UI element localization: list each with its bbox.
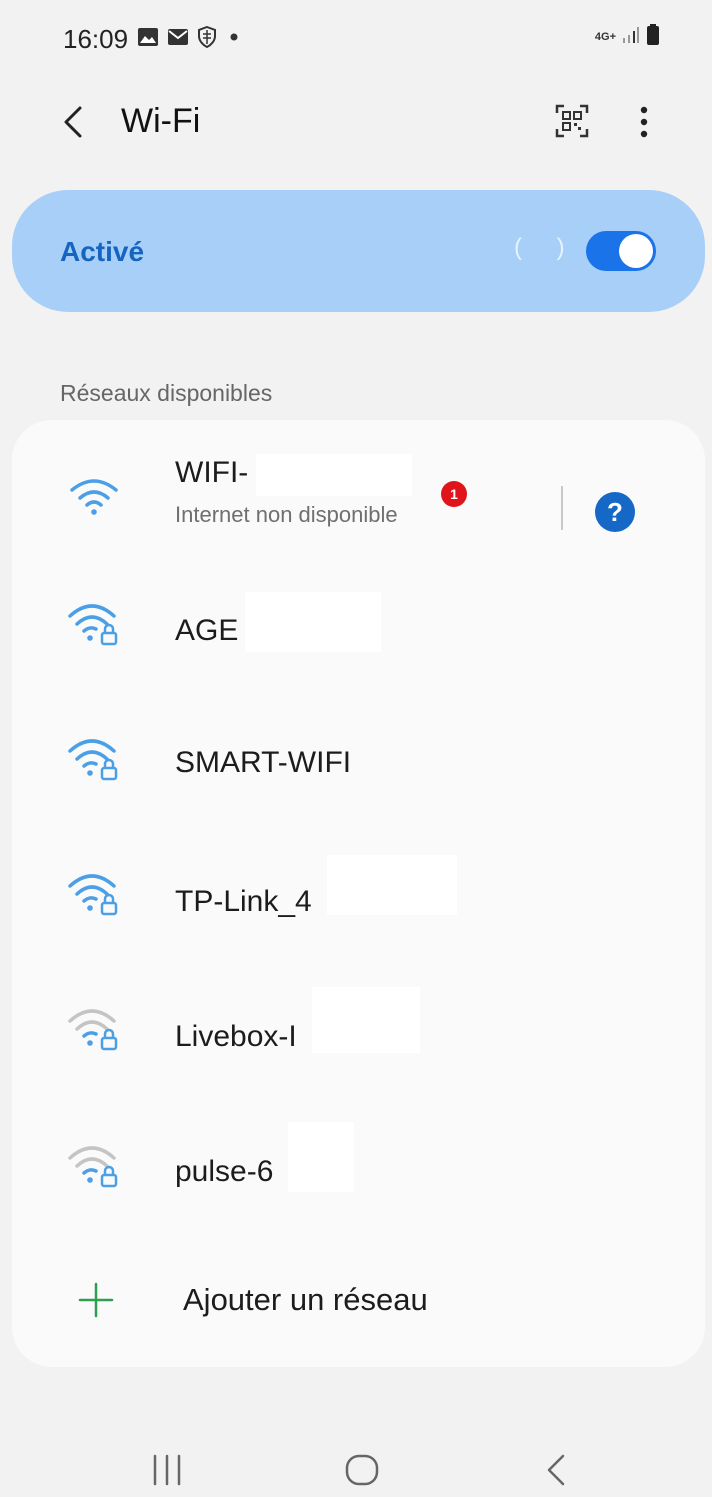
notification-badge: 1 — [441, 481, 467, 507]
add-network-button[interactable]: Ajouter un réseau — [183, 1282, 428, 1318]
redaction — [312, 987, 420, 1053]
dot-icon — [225, 28, 243, 51]
status-bar: 16:09 4G+ — [0, 0, 712, 80]
battery-icon — [646, 24, 660, 51]
network-item-smart-wifi[interactable]: SMART-WIFI — [12, 705, 705, 825]
status-icons-left — [137, 25, 243, 53]
network-type: 4G+ — [594, 31, 616, 43]
wifi-weak-secured-icon — [64, 1140, 124, 1190]
redaction — [256, 454, 412, 496]
network-item-wifi[interactable]: WIFI- Internet non disponible 1 ? — [12, 440, 705, 550]
master-switch-label: Activé — [60, 236, 145, 267]
gallery-icon — [137, 27, 159, 52]
network-item-age[interactable]: AGE — [12, 570, 705, 690]
wifi-toggle[interactable] — [586, 231, 656, 271]
network-name: SMART-WIFI — [175, 746, 352, 779]
wifi-weak-secured-icon — [64, 1003, 124, 1053]
shield-icon — [197, 25, 217, 53]
page-title: Wi-Fi — [121, 102, 201, 140]
qr-code-button[interactable] — [555, 104, 589, 138]
chevron-left-icon — [64, 106, 82, 138]
network-name: WIFI- — [175, 456, 249, 489]
wifi-secured-icon — [64, 733, 124, 783]
redaction — [245, 592, 381, 652]
network-list: WIFI- Internet non disponible 1 ? AGE SM… — [12, 420, 705, 1367]
network-item-tp-link[interactable]: TP-Link_4 — [12, 840, 705, 960]
wifi-secured-icon — [64, 868, 124, 918]
network-name: TP-Link_4 — [175, 885, 312, 918]
wifi-open-icon — [64, 472, 124, 522]
wifi-secured-icon — [64, 598, 124, 648]
more-vertical-icon — [640, 106, 648, 138]
back-icon[interactable] — [537, 1450, 577, 1490]
network-item-pulse[interactable]: pulse-6 — [12, 1110, 705, 1230]
network-name: pulse-6 — [175, 1155, 274, 1188]
wifi-master-switch[interactable]: Activé ( ) — [12, 190, 705, 312]
nav-bar — [0, 1430, 712, 1497]
plus-icon[interactable] — [76, 1280, 116, 1320]
scanning-spinner: ( ) — [514, 234, 579, 261]
status-icons-right: 4G+ — [595, 24, 660, 51]
network-item-livebox[interactable]: Livebox-I — [12, 975, 705, 1095]
help-button[interactable]: ? — [595, 492, 635, 532]
network-name: Livebox-I — [175, 1020, 297, 1053]
recent-apps-icon[interactable] — [147, 1450, 187, 1490]
app-header: Wi-Fi — [0, 90, 712, 154]
back-button[interactable] — [58, 102, 88, 142]
network-status: Internet non disponible — [175, 502, 398, 527]
divider — [561, 486, 563, 530]
available-networks-title: Réseaux disponibles — [60, 380, 273, 406]
signal-icon — [622, 26, 640, 49]
more-options-button[interactable] — [632, 102, 656, 142]
redaction — [327, 855, 457, 915]
qr-code-icon — [555, 104, 589, 138]
mail-icon — [167, 28, 189, 51]
status-time: 16:09 — [63, 24, 129, 54]
toggle-knob — [619, 234, 653, 268]
network-name: AGE — [175, 614, 239, 647]
home-icon[interactable] — [342, 1450, 382, 1490]
redaction — [288, 1122, 354, 1192]
